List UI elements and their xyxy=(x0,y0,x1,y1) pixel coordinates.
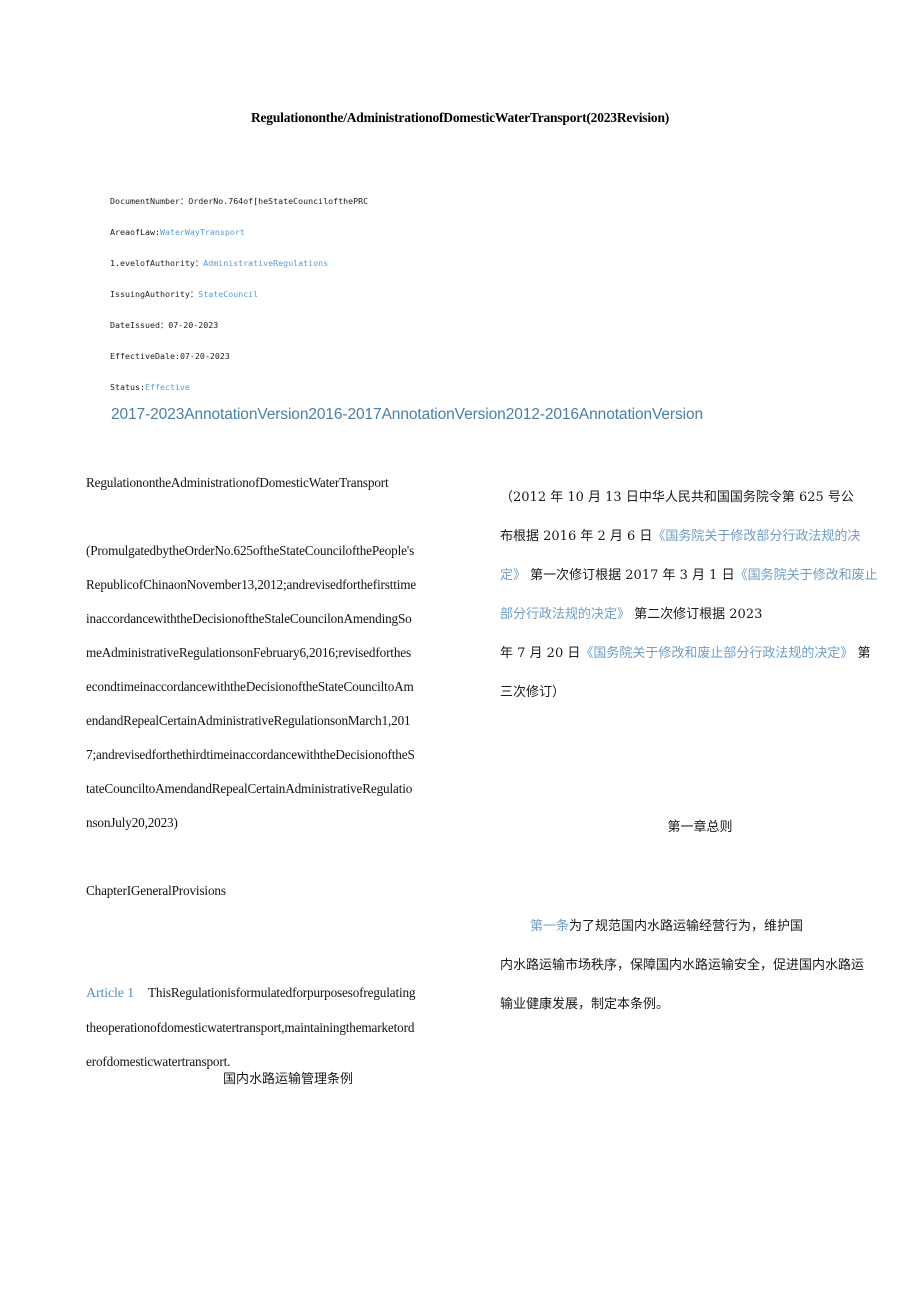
metadata-label: IssuingAuthority： xyxy=(110,289,199,299)
metadata-row-effective-date: EffectiveDale:07-20-2023 xyxy=(110,341,630,372)
paragraph-line: RepublicofChinaonNovember13,2012;andrevi… xyxy=(86,577,417,592)
chinese-article-1: 第一条为了规范国内水路运输经营行为，维护国 内水路运输市场秩序，保障国内水路运输… xyxy=(500,907,900,1024)
paragraph-line: inaccordancewiththeDecisionoftheStaleCou… xyxy=(86,611,412,626)
article-label[interactable]: 第一条 xyxy=(530,919,569,934)
metadata-row-issuing-authority: IssuingAuthority：StateCouncil xyxy=(110,279,630,310)
paragraph-line: 部分行政法规的决定》 第二次修订根据 2023 xyxy=(500,595,900,634)
paragraph-text: 第二次修订根据 2023 xyxy=(630,607,763,622)
annotation-version-link-2012-2016[interactable]: 2012-2016AnnotationVersion xyxy=(506,406,703,423)
paragraph-line: 布根据 2016 年 2 月 6 日《国务院关于修改部分行政法规的决 xyxy=(500,517,900,556)
paragraph-line: 定》 第一次修订根据 2017 年 3 月 1 日《国务院关于修改和废止 xyxy=(500,556,900,595)
metadata-row-status: Status:Effective xyxy=(110,372,630,403)
referenced-law-link[interactable]: 部分行政法规的决定》 xyxy=(500,607,630,622)
chinese-promulgation-paragraph: （2012 年 10 月 13 日中华人民共和国国务院令第 625 号公 布根据… xyxy=(500,478,900,712)
english-column: RegulationontheAdministrationofDomesticW… xyxy=(86,466,490,1079)
document-page: Regulationonthe/AdministrationofDomestic… xyxy=(0,0,920,1301)
paragraph-text: 布根据 2016 年 2 月 6 日 xyxy=(500,529,653,544)
english-article-1: Article 1 ThisRegulationisformulatedforpu… xyxy=(86,976,490,1079)
article-line: 内水路运输市场秩序，保障国内水路运输安全，促进国内水路运 xyxy=(500,958,865,973)
paragraph-line: （2012 年 10 月 13 日中华人民共和国国务院令第 625 号公 xyxy=(500,490,854,505)
paragraph-line: endandRepealCertainAdministrativeRegulat… xyxy=(86,713,411,728)
annotation-version-link-2016-2017[interactable]: 2016-2017AnnotationVersion xyxy=(308,406,505,423)
paragraph-line: 7;andrevisedforthethirdtimeinaccordancew… xyxy=(86,747,415,762)
metadata-row-document-number: DocumentNumber：OrderNo.764of[heStateCoun… xyxy=(110,186,630,217)
metadata-value-link[interactable]: StateCouncil xyxy=(198,289,258,299)
chinese-column: （2012 年 10 月 13 日中华人民共和国国务院令第 625 号公 布根据… xyxy=(500,478,900,1024)
metadata-value: 07-20-2023 xyxy=(168,320,219,330)
metadata-row-date-issued: DateIssued：07-20-2023 xyxy=(110,310,630,341)
chinese-chapter-heading: 第一章总则 xyxy=(667,820,733,835)
referenced-law-link[interactable]: 《国务院关于修改和废止 xyxy=(735,568,878,583)
article-label[interactable]: Article 1 xyxy=(86,986,134,1001)
metadata-row-area-of-law: AreaofLaw:WaterWayTransport xyxy=(110,217,630,248)
metadata-value-link[interactable]: WaterWayTransport xyxy=(160,227,245,237)
paragraph-line: 年 7 月 20 日《国务院关于修改和废止部分行政法规的决定》 第 xyxy=(500,634,900,673)
metadata-label: AreaofLaw: xyxy=(110,227,160,237)
page-title: Regulationonthe/AdministrationofDomestic… xyxy=(250,110,670,125)
article-first-line: 第一条为了规范国内水路运输经营行为，维护国 xyxy=(500,907,900,946)
annotation-version-link-2017-2023[interactable]: 2017-2023AnnotationVersion xyxy=(111,406,308,423)
metadata-label: EffectiveDale: xyxy=(110,351,180,361)
metadata-row-level-of-authority: 1.evelofAuthority：AdministrativeRegulati… xyxy=(110,248,630,279)
referenced-law-link[interactable]: 定》 xyxy=(500,568,526,583)
document-metadata: DocumentNumber：OrderNo.764of[heStateCoun… xyxy=(110,186,630,403)
metadata-value-link[interactable]: AdministrativeRegulations xyxy=(203,258,328,268)
metadata-label: 1.evelofAuthority： xyxy=(110,258,204,268)
article-text: 为了规范国内水路运输经营行为，维护国 xyxy=(569,919,804,934)
paragraph-text: 第一次修订根据 2017 年 3 月 1 日 xyxy=(526,568,735,583)
metadata-value: 07-20-2023 xyxy=(179,351,230,361)
article-text: ThisRegulationisformulatedforpurposesofr… xyxy=(148,985,416,1000)
paragraph-line: meAdministrativeRegulationsonFebruary6,2… xyxy=(86,645,411,660)
article-line: theoperationofdomesticwatertransport,mai… xyxy=(86,1020,415,1035)
english-promulgation-paragraph: (PromulgatedbytheOrderNo.625oftheStateCo… xyxy=(86,534,490,840)
english-document-heading: RegulationontheAdministrationofDomesticW… xyxy=(86,475,389,490)
paragraph-text: 年 7 月 20 日 xyxy=(500,646,581,661)
article-line: 输业健康发展，制定本条例。 xyxy=(500,997,670,1012)
paragraph-line: 三次修订） xyxy=(500,685,566,700)
paragraph-line: econdtimeinaccordancewiththeDecisionofth… xyxy=(86,679,414,694)
status-badge[interactable]: Effective xyxy=(145,382,190,392)
paragraph-line: tateCounciltoAmendandRepealCertainAdmini… xyxy=(86,781,413,796)
metadata-label: DateIssued： xyxy=(110,320,169,330)
chinese-title-footer: 国内水路运输管理条例 xyxy=(222,1072,353,1087)
paragraph-line: (PromulgatedbytheOrderNo.625oftheStateCo… xyxy=(86,543,415,558)
metadata-label: Status: xyxy=(110,382,145,392)
annotation-version-links: 2017-2023AnnotationVersion2016-2017Annot… xyxy=(111,406,811,424)
metadata-label: DocumentNumber： xyxy=(110,196,189,206)
referenced-law-link[interactable]: 《国务院关于修改和废止部分行政法规的决定》 xyxy=(580,646,853,661)
english-chapter-heading: ChapterIGeneralProvisions xyxy=(86,883,226,898)
paragraph-text: 第 xyxy=(853,646,871,661)
paragraph-line: nsonJuly20,2023) xyxy=(86,815,178,830)
referenced-law-link[interactable]: 《国务院关于修改部分行政法规的决 xyxy=(652,529,860,544)
article-first-line: Article 1 ThisRegulationisformulatedforpu… xyxy=(86,976,490,1011)
metadata-value: OrderNo.764of[heStateCouncilofthePRC xyxy=(188,196,369,206)
